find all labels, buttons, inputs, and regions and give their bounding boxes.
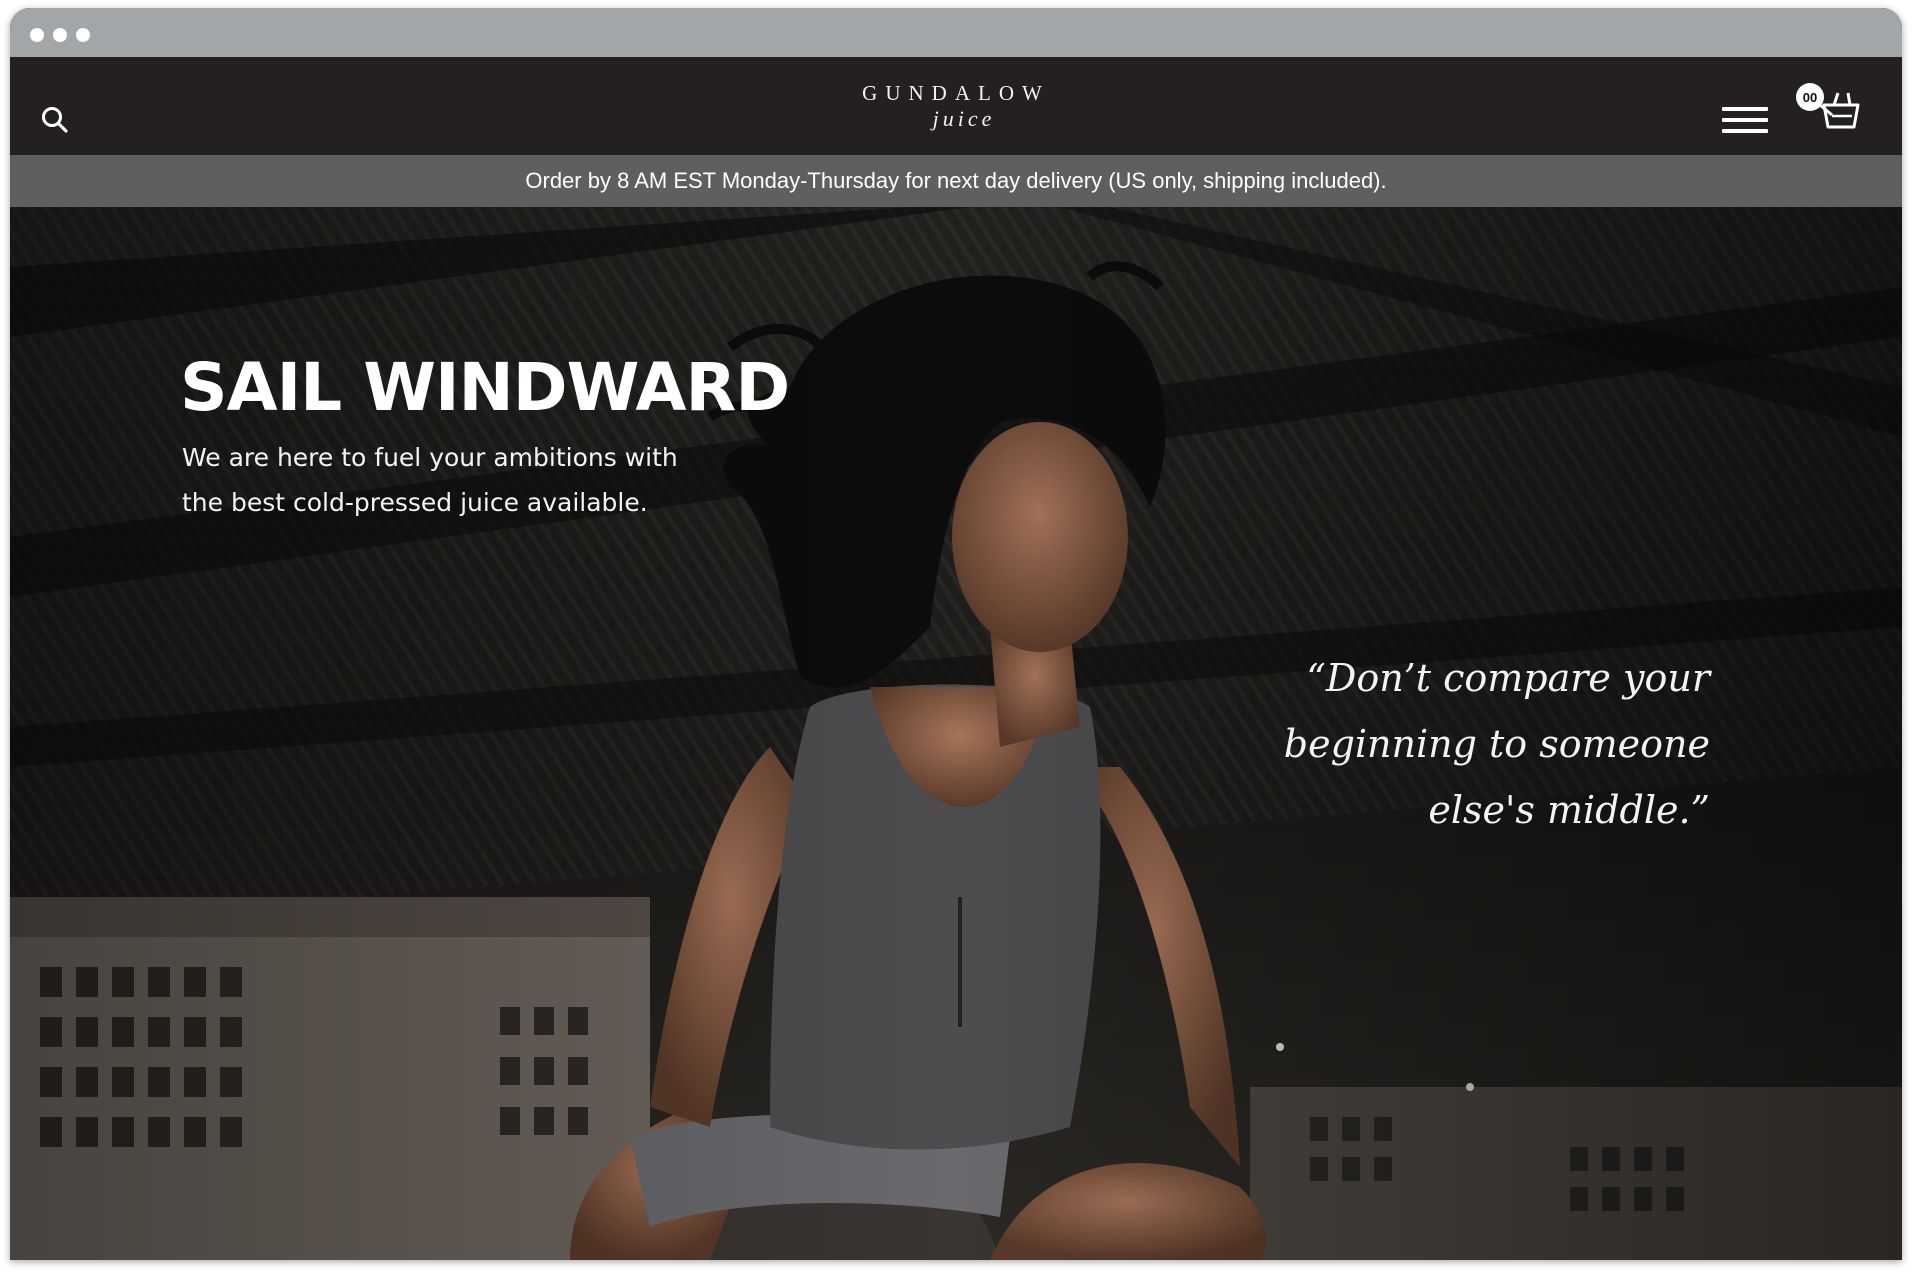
cart-button[interactable]: 00 [1796, 83, 1866, 133]
hamburger-menu-icon[interactable] [1722, 102, 1768, 138]
window-maximize-dot[interactable] [76, 28, 90, 42]
hero-quote: “Don’t compare your beginning to someone… [1283, 656, 1710, 832]
hero-title: SAIL WINDWARD [180, 349, 790, 426]
browser-window: GUNDALOW juice 00 Order by 8 AM EST Mond… [10, 8, 1902, 1260]
window-close-dot[interactable] [30, 28, 44, 42]
hero-subtitle: We are here to fuel your ambitions with … [182, 443, 678, 517]
cart-count-badge: 00 [1796, 83, 1824, 111]
window-minimize-dot[interactable] [53, 28, 67, 42]
hero-section: SAIL WINDWARD We are here to fuel your a… [10, 207, 1902, 1260]
browser-title-bar [10, 8, 1902, 57]
logo-subtitle: juice [932, 106, 996, 131]
announcement-text: Order by 8 AM EST Monday-Thursday for ne… [525, 168, 1387, 193]
site-logo[interactable]: GUNDALOW juice [10, 81, 1902, 133]
logo-wordmark: GUNDALOW [862, 81, 1050, 105]
site-header: GUNDALOW juice 00 [10, 57, 1902, 155]
announcement-bar: Order by 8 AM EST Monday-Thursday for ne… [10, 155, 1902, 207]
